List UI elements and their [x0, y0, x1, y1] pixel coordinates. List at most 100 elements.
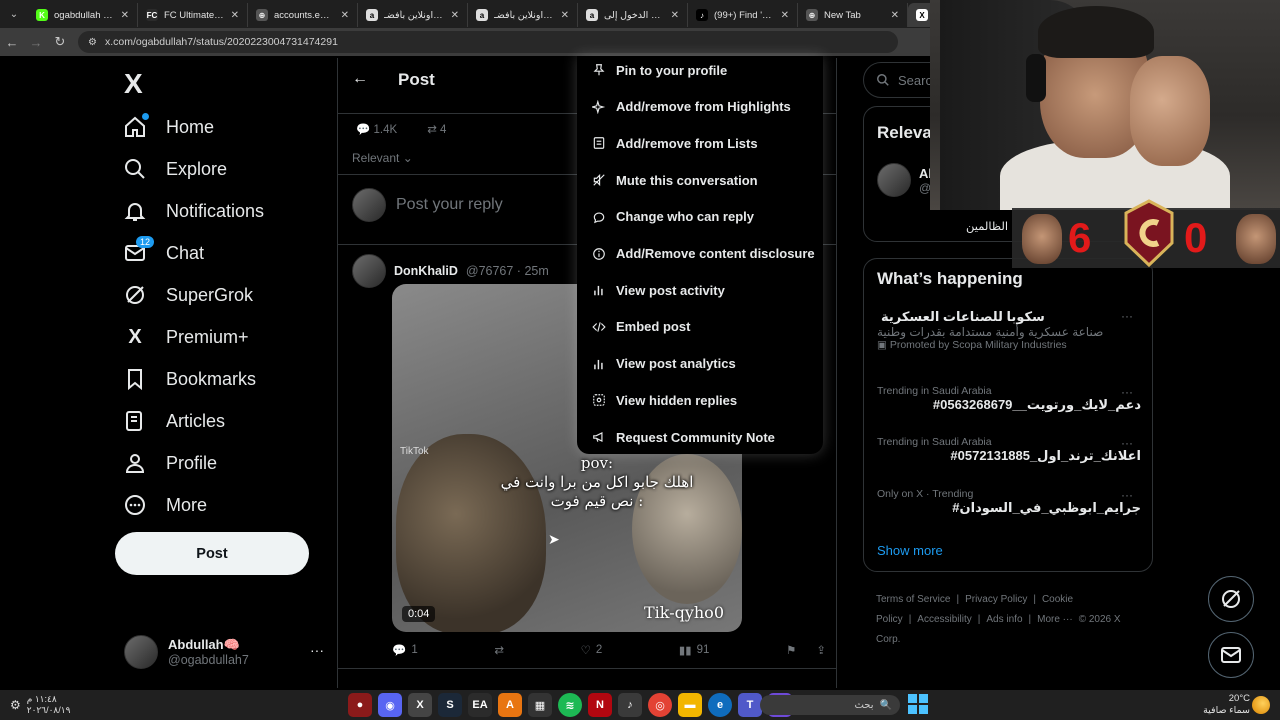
- more-icon[interactable]: ···: [1121, 309, 1133, 323]
- reply-input[interactable]: Post your reply: [396, 196, 503, 214]
- footer-link[interactable]: Accessibility: [917, 614, 971, 625]
- reply-button[interactable]: 💬 1: [392, 643, 418, 657]
- more-icon[interactable]: ···: [1121, 488, 1133, 502]
- close-tab-icon[interactable]: ✕: [341, 10, 349, 21]
- steam-icon[interactable]: S: [438, 693, 462, 717]
- browser-tab[interactable]: ⊕ New Tab ✕: [798, 3, 908, 27]
- reply-author-meta: @76767 · 25m: [465, 264, 549, 278]
- close-tab-icon[interactable]: ✕: [121, 10, 129, 21]
- netflix-icon[interactable]: N: [588, 693, 612, 717]
- menu-item-request-community-note[interactable]: Request Community Note: [591, 424, 775, 450]
- nav-home[interactable]: Home: [122, 106, 214, 148]
- footer-link[interactable]: More ···: [1037, 614, 1073, 625]
- favicon-icon: ♪: [696, 9, 708, 21]
- messages-fab[interactable]: [1208, 632, 1254, 678]
- show-more-link[interactable]: Show more: [877, 543, 943, 558]
- menu-item-add-remove-from-lists[interactable]: Add/remove from Lists: [591, 130, 758, 156]
- post-button[interactable]: Post: [115, 532, 309, 575]
- sort-replies-dropdown[interactable]: Relevant ⌄: [352, 151, 413, 165]
- app-icon[interactable]: ▦: [528, 693, 552, 717]
- chrome-icon[interactable]: ◎: [648, 693, 672, 717]
- relevant-user[interactable]: Ab @c: [877, 163, 937, 197]
- nav-notifications[interactable]: Notifications: [122, 190, 264, 232]
- browser-tab[interactable]: ♪ (99+) Find 'التشل' ✕: [688, 3, 798, 27]
- x-logo[interactable]: X: [124, 68, 143, 100]
- reply-composer[interactable]: Post your reply: [352, 188, 503, 222]
- grok-fab[interactable]: [1208, 576, 1254, 622]
- back-icon[interactable]: ←: [0, 30, 24, 54]
- reply-count[interactable]: 💬 1.4K: [356, 122, 397, 136]
- site-info-icon[interactable]: ⚙: [88, 37, 97, 48]
- close-tab-icon[interactable]: ✕: [671, 10, 679, 21]
- reload-icon[interactable]: ↻: [48, 30, 72, 54]
- views-button[interactable]: ▮▮ 91: [679, 643, 709, 657]
- share-icon[interactable]: ⇪: [816, 643, 826, 657]
- discord-icon[interactable]: ◉: [378, 693, 402, 717]
- close-tab-icon[interactable]: ✕: [781, 10, 789, 21]
- windows-start-icon[interactable]: [908, 694, 930, 716]
- browser-tab[interactable]: ⊕ accounts.ea.com ✕: [248, 3, 358, 27]
- trend-item[interactable]: ··· Trending in Saudi Arabia #دعم_لايك_و…: [877, 385, 1141, 413]
- tab-search-button[interactable]: ⌄: [0, 0, 28, 28]
- footer-link[interactable]: Terms of Service: [876, 594, 950, 605]
- avatar[interactable]: [352, 254, 386, 288]
- menu-item-mute-this-conversation[interactable]: Mute this conversation: [591, 167, 758, 193]
- vpn-icon[interactable]: A: [498, 693, 522, 717]
- menu-item-view-post-analytics[interactable]: View post analytics: [591, 351, 736, 377]
- url-bar[interactable]: ⚙ x.com/ogabdullah7/status/2020223004731…: [78, 31, 898, 53]
- nav-supergrok[interactable]: SuperGrok: [122, 274, 253, 316]
- forward-icon[interactable]: →: [24, 30, 48, 54]
- menu-item-add-remove-content-disclosure[interactable]: Add/Remove content disclosure: [591, 241, 815, 267]
- close-tab-icon[interactable]: ✕: [561, 10, 569, 21]
- repost-button[interactable]: ⇄: [494, 643, 504, 657]
- trend-item[interactable]: ··· Trending in Saudi Arabia #اعلانك_ترن…: [877, 436, 1141, 464]
- nav-more[interactable]: More: [122, 484, 207, 526]
- nav-profile[interactable]: Profile: [122, 442, 217, 484]
- promoted-label: ▣ Promoted by Scopa Military Industries: [877, 339, 1067, 351]
- browser-tab[interactable]: a تسجيل الدخول إلى ✕: [578, 3, 688, 27]
- browser-tab[interactable]: a اشتري اونلاين بأفضـ ✕: [358, 3, 468, 27]
- browser-tab[interactable]: Kogabdullah Strea ✕: [28, 3, 138, 27]
- close-tab-icon[interactable]: ✕: [231, 10, 239, 21]
- menu-item-label: Mute this conversation: [616, 172, 758, 188]
- reply-author-name[interactable]: DonKhaliD: [394, 264, 458, 278]
- menu-item-view-hidden-replies[interactable]: View hidden replies: [591, 387, 737, 413]
- trend-item[interactable]: ··· Only on X · Trending #جرايم_ابوظبي_ف…: [877, 488, 1141, 516]
- taskbar-clock[interactable]: ⚙ ١١:٤٨ م ٢٠٢٦/٠٨/١٩: [10, 694, 70, 716]
- bookmark-button[interactable]: ⚑ ⇪: [786, 643, 826, 657]
- nav-chat[interactable]: 12 Chat: [122, 232, 204, 274]
- nav-bookmarks[interactable]: Bookmarks: [122, 358, 256, 400]
- nav-explore[interactable]: Explore: [122, 148, 227, 190]
- account-switcher[interactable]: Abdullah🧠 @ogabdullah7 ···: [124, 632, 324, 672]
- trend-item[interactable]: ··· سكوبا للصناعات العسكرية صناعة عسكرية…: [877, 309, 1141, 351]
- menu-item-pin-to-your-profile[interactable]: Pin to your profile: [591, 57, 727, 83]
- more-icon[interactable]: ···: [1121, 436, 1133, 450]
- close-tab-icon[interactable]: ✕: [891, 10, 899, 21]
- menu-item-change-who-can-reply[interactable]: Change who can reply: [591, 204, 754, 230]
- nav-articles[interactable]: Articles: [122, 400, 225, 442]
- weather-widget[interactable]: 20°C سماء صافية: [1200, 693, 1250, 717]
- back-arrow-icon[interactable]: ←: [352, 70, 368, 88]
- browser-tab[interactable]: FC FC Ultimate Team ✕: [138, 3, 248, 27]
- footer-link[interactable]: Privacy Policy: [965, 594, 1027, 605]
- file-explorer-icon[interactable]: ▬: [678, 693, 702, 717]
- menu-item-add-remove-from-highlights[interactable]: Add/remove from Highlights: [591, 94, 791, 120]
- like-button[interactable]: ♡ 2: [581, 643, 603, 657]
- close-tab-icon[interactable]: ✕: [451, 10, 459, 21]
- menu-item-embed-post[interactable]: Embed post: [591, 314, 690, 340]
- spotify-icon[interactable]: ≋: [558, 693, 582, 717]
- menu-item-view-post-activity[interactable]: View post activity: [591, 277, 725, 303]
- footer-link[interactable]: Ads info: [986, 614, 1022, 625]
- ea-icon[interactable]: EA: [468, 693, 492, 717]
- taskbar-search[interactable]: بحث 🔍: [760, 695, 900, 715]
- browser-tab[interactable]: a اشتري اونلاين بأفضـ ✕: [468, 3, 578, 27]
- obs-icon[interactable]: ●: [348, 693, 372, 717]
- teams-icon[interactable]: T: [738, 693, 762, 717]
- repost-count[interactable]: ⇄ 4: [427, 122, 446, 136]
- x-app-icon[interactable]: X: [408, 693, 432, 717]
- tiktok-icon[interactable]: ♪: [618, 693, 642, 717]
- nav-premium[interactable]: X Premium+: [122, 316, 248, 358]
- account-more-icon[interactable]: ···: [310, 642, 324, 658]
- edge-icon[interactable]: e: [708, 693, 732, 717]
- more-icon[interactable]: ···: [1121, 385, 1133, 399]
